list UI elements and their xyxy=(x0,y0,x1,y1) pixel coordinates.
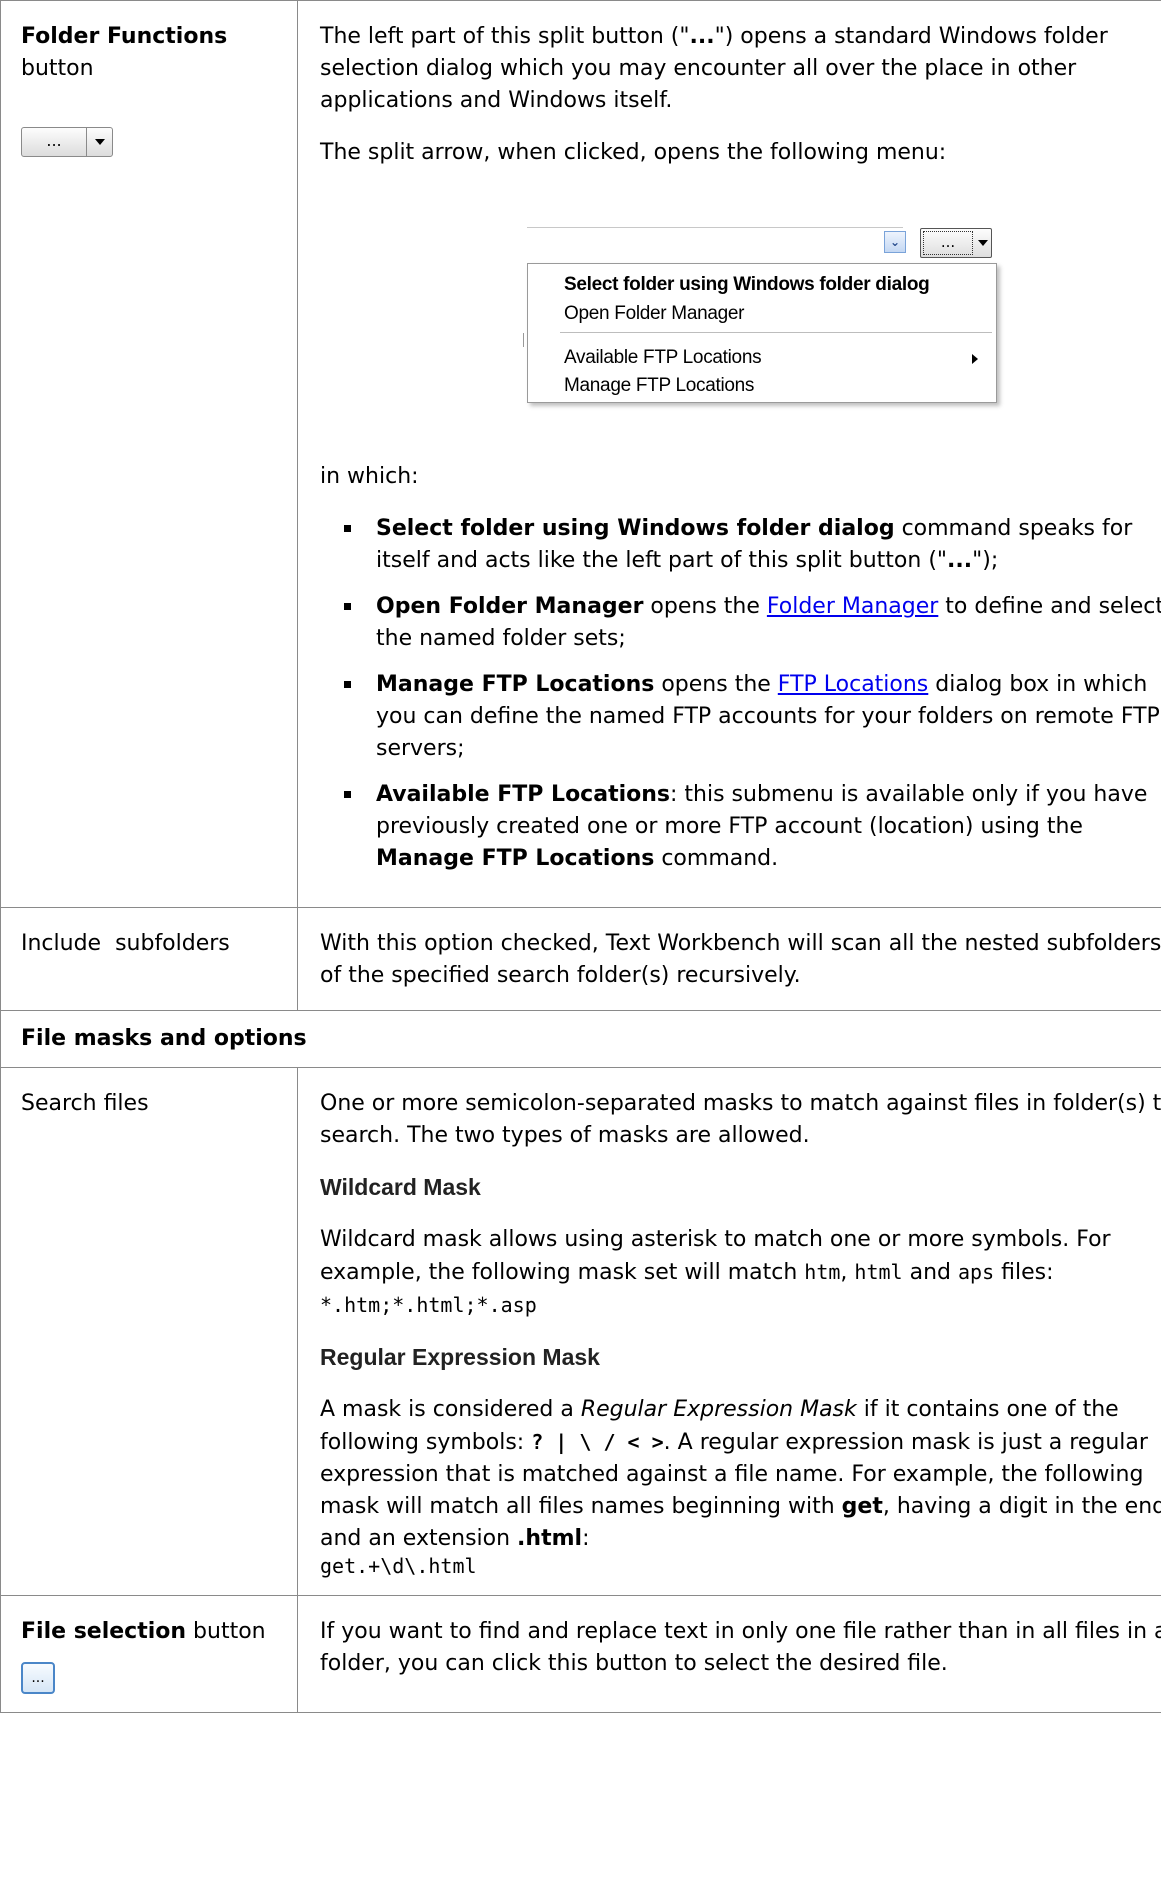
folder-functions-desc-cell: The left part of this split button ("...… xyxy=(297,0,1161,908)
file-selection-label-cell: File selection button ... xyxy=(0,1595,298,1713)
list-item: Available FTP Locations: this submenu is… xyxy=(344,779,1161,875)
list-item: Select folder using Windows folder dialo… xyxy=(344,513,1161,577)
menu-item-available-ftp: Available FTP Locations xyxy=(564,347,762,368)
list-item: Open Folder Manager opens the Folder Man… xyxy=(344,591,1161,655)
chevron-down-icon xyxy=(978,240,988,246)
combo-dropdown-arrow: ⌄ xyxy=(884,231,906,253)
search-files-label: Search files xyxy=(0,1067,298,1596)
wildcard-mask-heading: Wildcard Mask xyxy=(320,1174,481,1200)
menu-separator xyxy=(560,332,992,333)
split-button-arrow xyxy=(87,128,112,156)
search-files-desc-cell: One or more semicolon-separated masks to… xyxy=(297,1067,1161,1596)
folder-functions-p2: The split arrow, when clicked, opens the… xyxy=(320,140,947,165)
row-section-header: File masks and options xyxy=(0,1010,1161,1068)
menu-split-button: ... xyxy=(920,228,992,258)
file-selection-button-icon: ... xyxy=(21,1662,55,1694)
background-tick xyxy=(523,333,524,347)
row-include-subfolders: Include subfolders With this option chec… xyxy=(0,907,1161,1011)
row-file-selection: File selection button ... If you want to… xyxy=(0,1595,1161,1713)
ftp-locations-link[interactable]: FTP Locations xyxy=(778,672,928,697)
split-button-dots: ... xyxy=(22,128,87,156)
row-search-files: Search files One or more semicolon-separ… xyxy=(0,1067,1161,1596)
folder-combo-box xyxy=(527,227,903,258)
folder-manager-link[interactable]: Folder Manager xyxy=(767,594,938,619)
section-file-masks-title: File masks and options xyxy=(0,1010,1161,1068)
options-table: Folder Functions button ... The left par… xyxy=(0,0,1161,1713)
folder-functions-subtitle: button xyxy=(21,56,94,81)
wildcard-mask-text: Wildcard mask allows using asterisk to m… xyxy=(320,1227,1111,1317)
folder-functions-label-cell: Folder Functions button ... xyxy=(0,0,298,908)
regex-mask-text: A mask is considered a Regular Expressio… xyxy=(320,1397,1161,1551)
chevron-down-icon: ⌄ xyxy=(889,235,901,249)
menu-split-button-arrow xyxy=(975,229,991,257)
folder-functions-menu: Select folder using Windows folder dialo… xyxy=(527,263,997,403)
regex-example-code: get.+\d\.html xyxy=(320,1554,477,1578)
file-selection-desc: If you want to find and replace text in … xyxy=(297,1595,1161,1713)
row-folder-functions: Folder Functions button ... The left par… xyxy=(0,0,1161,908)
search-files-p1: One or more semicolon-separated masks to… xyxy=(320,1091,1161,1148)
menu-item-open-folder-manager: Open Folder Manager xyxy=(564,303,745,324)
regex-mask-heading: Regular Expression Mask xyxy=(320,1344,600,1370)
submenu-arrow-icon xyxy=(972,354,978,364)
folder-functions-title: Folder Functions xyxy=(21,24,228,49)
split-menu-illustration: ⌄ ... Select folder using Windows folder… xyxy=(320,191,1161,441)
folder-functions-p1: The left part of this split button ("...… xyxy=(320,24,1108,113)
menu-item-manage-ftp: Manage FTP Locations xyxy=(564,375,755,396)
include-subfolders-desc: With this option checked, Text Workbench… xyxy=(297,907,1161,1011)
file-selection-title: File selection xyxy=(21,1619,187,1644)
menu-split-button-dots: ... xyxy=(923,231,973,255)
list-item: Manage FTP Locations opens the FTP Locat… xyxy=(344,669,1161,765)
menu-item-select-folder: Select folder using Windows folder dialo… xyxy=(564,274,930,295)
menu-commands-list: Select folder using Windows folder dialo… xyxy=(320,513,1161,875)
chevron-down-icon xyxy=(94,139,105,145)
include-subfolders-label: Include subfolders xyxy=(0,907,298,1011)
in-which-text: in which: xyxy=(320,464,419,489)
file-selection-subtitle: button xyxy=(186,1619,266,1644)
folder-functions-split-button-icon: ... xyxy=(21,127,113,157)
